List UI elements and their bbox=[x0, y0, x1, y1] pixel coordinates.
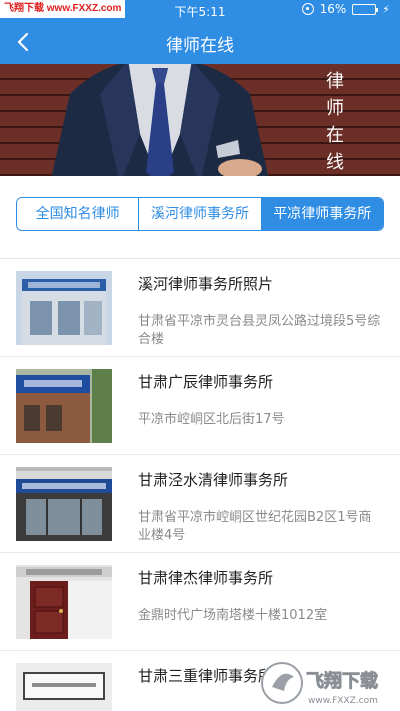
banner-vertical-text: 律 师 在 线 bbox=[324, 68, 346, 176]
firm-photo bbox=[16, 467, 112, 541]
battery-percent: 16% bbox=[319, 2, 347, 16]
firm-photo bbox=[16, 663, 112, 711]
list-item[interactable]: 溪河律师事务所照片 甘肃省平凉市灵台县灵凤公路过境段5号综合楼 bbox=[0, 259, 400, 357]
nav-bar: 律师在线 bbox=[0, 20, 400, 64]
status-bar: 飞翔下载 www.FXXZ.com 下午5:11 16% ⚡ bbox=[0, 0, 400, 20]
firm-name: 甘肃广辰律师事务所 bbox=[138, 373, 274, 391]
page-title: 律师在线 bbox=[166, 36, 234, 56]
charging-icon: ⚡ bbox=[382, 2, 390, 16]
rotation-lock-icon bbox=[301, 3, 314, 15]
segment-control: 全国知名律师 溪河律师事务所 平凉律师事务所 bbox=[16, 197, 384, 231]
suit-illustration bbox=[51, 64, 269, 176]
firm-address: 平凉市崆峒区北后街17号 bbox=[138, 412, 285, 427]
site-logo-text: 飞翔下载 bbox=[306, 670, 378, 692]
banner-image: 律 师 在 线 bbox=[0, 64, 400, 176]
firm-address: 金鼎时代广场南塔楼十楼1012室 bbox=[138, 608, 328, 623]
site-logo: 飞翔下载 www.FXXZ.com bbox=[260, 657, 396, 709]
firm-name: 甘肃泾水清律师事务所 bbox=[138, 471, 289, 489]
banner-char: 线 bbox=[326, 152, 344, 173]
list-item[interactable]: 甘肃广辰律师事务所 平凉市崆峒区北后街17号 bbox=[0, 357, 400, 455]
firm-photo bbox=[16, 369, 112, 443]
segment-pingliang-firm[interactable]: 平凉律师事务所 bbox=[261, 198, 383, 230]
firm-name: 甘肃律杰律师事务所 bbox=[138, 569, 274, 587]
site-logo-url: www.FXXZ.com bbox=[308, 696, 378, 706]
firm-name: 甘肃三重律师事务所 bbox=[138, 667, 274, 685]
firm-list: 溪河律师事务所照片 甘肃省平凉市灵台县灵凤公路过境段5号综合楼 甘肃广辰律师事务… bbox=[0, 259, 400, 711]
list-item[interactable]: 甘肃律杰律师事务所 金鼎时代广场南塔楼十楼1012室 bbox=[0, 553, 400, 651]
battery-icon bbox=[352, 3, 379, 15]
firm-name: 溪河律师事务所照片 bbox=[138, 275, 274, 293]
banner-char: 师 bbox=[326, 98, 344, 119]
banner-char: 律 bbox=[326, 71, 344, 92]
list-item[interactable]: 甘肃泾水清律师事务所 甘肃省平凉市崆峒区世纪花园B2区1号商业楼4号 bbox=[0, 455, 400, 553]
status-right: 16% ⚡ bbox=[301, 2, 390, 16]
segment-xihe-firm[interactable]: 溪河律师事务所 bbox=[139, 198, 262, 230]
segment-national-lawyers[interactable]: 全国知名律师 bbox=[17, 198, 140, 230]
firm-address: 甘肃省平凉市灵台县灵凤公路过境段5号综合楼 bbox=[138, 314, 381, 347]
banner-char: 在 bbox=[326, 125, 344, 146]
firm-photo bbox=[16, 565, 112, 639]
firm-photo bbox=[16, 271, 112, 345]
firm-address: 甘肃省平凉市崆峒区世纪花园B2区1号商业楼4号 bbox=[138, 510, 372, 543]
